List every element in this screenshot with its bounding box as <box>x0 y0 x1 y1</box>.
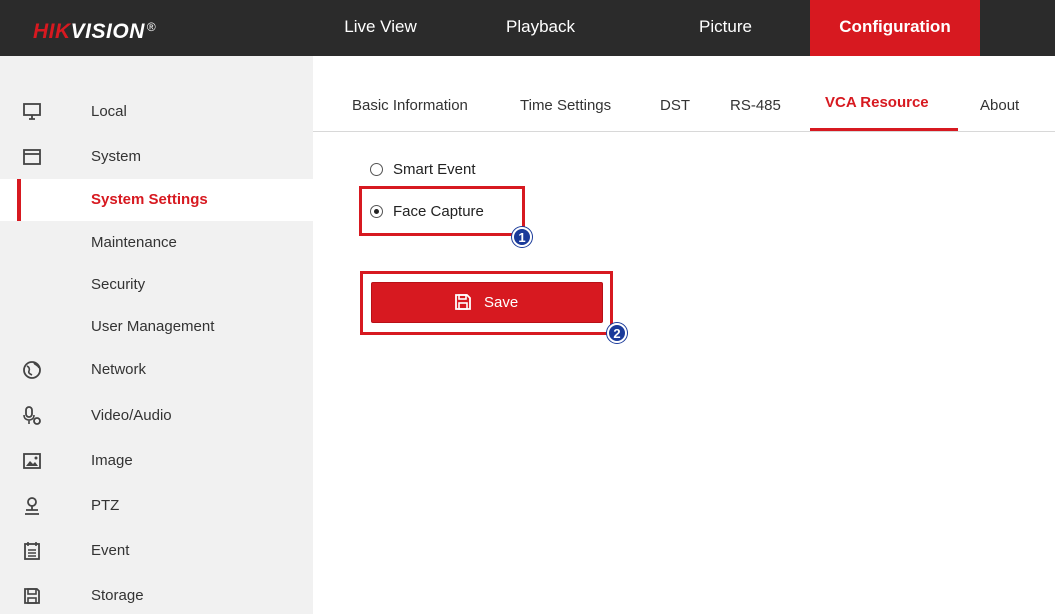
sidebar-item-label: Network <box>91 361 147 378</box>
topnav-picture[interactable]: Picture <box>633 0 818 56</box>
image-icon <box>23 453 41 469</box>
sidebar-item-storage[interactable]: Storage <box>0 575 313 614</box>
sidebar-item-system-settings[interactable]: System Settings <box>0 179 313 221</box>
sidebar-item-local[interactable]: Local <box>0 91 313 133</box>
tab-basic-information[interactable]: Basic Information <box>352 97 468 114</box>
radio-label: Smart Event <box>393 161 476 178</box>
sidebar-item-security[interactable]: Security <box>0 264 313 306</box>
sidebar-item-label: Local <box>91 103 127 120</box>
sidebar-item-label: Image <box>91 452 133 469</box>
tab-rs-485[interactable]: RS-485 <box>730 97 781 114</box>
sidebar-item-label: System Settings <box>91 191 208 208</box>
sidebar: Local System System Settings Maintenance… <box>0 56 313 614</box>
system-window-icon <box>23 149 41 165</box>
active-tab-underline <box>810 128 958 131</box>
sidebar-item-image[interactable]: Image <box>0 440 313 482</box>
sidebar-item-video-audio[interactable]: Video/Audio <box>0 395 313 437</box>
monitor-icon <box>23 103 41 120</box>
microphone-icon <box>23 406 41 425</box>
sidebar-item-network[interactable]: Network <box>0 349 313 391</box>
topnav-configuration[interactable]: Configuration <box>810 0 980 56</box>
topnav-live-view[interactable]: Live View <box>313 0 448 56</box>
tab-about[interactable]: About <box>980 97 1019 114</box>
topnav-live-view-label: Live View <box>344 17 417 36</box>
sidebar-item-label: Storage <box>91 587 144 604</box>
config-tab-bar: Basic Information Time Settings DST RS-4… <box>313 56 1055 132</box>
globe-icon <box>23 361 41 379</box>
annotation-badge-1: 1 <box>512 227 532 247</box>
tab-vca-resource[interactable]: VCA Resource <box>825 94 929 111</box>
registered-mark: ® <box>146 20 157 34</box>
top-navigation-bar: HIKVISION ® Live View Playback Picture Co… <box>0 0 1055 56</box>
sidebar-item-label: Event <box>91 542 130 559</box>
sidebar-item-label: Security <box>91 276 146 293</box>
calendar-icon <box>24 542 40 560</box>
sidebar-item-system[interactable]: System <box>0 136 313 178</box>
sidebar-item-label: PTZ <box>91 497 120 514</box>
logo-part-red: HIK <box>33 20 71 43</box>
sidebar-item-label: Video/Audio <box>91 407 172 424</box>
topnav-configuration-label: Configuration <box>839 17 951 36</box>
tab-time-settings[interactable]: Time Settings <box>520 97 611 114</box>
annotation-highlight-save <box>360 271 613 335</box>
sidebar-item-maintenance[interactable]: Maintenance <box>0 222 313 264</box>
topnav-playback-label: Playback <box>506 17 575 36</box>
topnav-playback[interactable]: Playback <box>448 0 633 56</box>
sidebar-item-label: User Management <box>91 318 215 335</box>
hikvision-logo: HIKVISION ® <box>33 20 156 44</box>
active-indicator <box>17 179 21 221</box>
annotation-badge-2: 2 <box>607 323 627 343</box>
sidebar-item-event[interactable]: Event <box>0 530 313 572</box>
annotation-highlight-face-capture <box>359 186 525 236</box>
radio-smart-event[interactable]: Smart Event <box>370 161 476 178</box>
sidebar-item-label: System <box>91 148 142 165</box>
topnav-picture-label: Picture <box>699 17 752 36</box>
sidebar-item-user-management[interactable]: User Management <box>0 306 313 348</box>
sidebar-item-ptz[interactable]: PTZ <box>0 485 313 527</box>
tab-dst[interactable]: DST <box>660 97 690 114</box>
floppy-disk-icon <box>24 588 40 604</box>
radio-button[interactable] <box>370 163 383 176</box>
logo-part-white: VISION <box>70 20 145 43</box>
ptz-camera-icon <box>25 497 39 515</box>
sidebar-item-label: Maintenance <box>91 234 177 251</box>
